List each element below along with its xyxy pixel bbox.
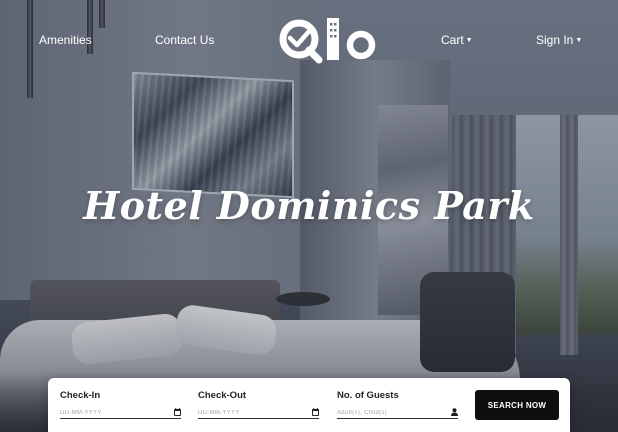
- hotel-name-title: Hotel Dominics Park: [83, 183, 535, 228]
- calendar-icon[interactable]: [174, 408, 181, 416]
- check-out-label: Check-Out: [198, 390, 247, 401]
- nav-link-label: Amenities: [39, 33, 92, 47]
- guests-input[interactable]: [337, 407, 458, 419]
- logo-check-icon: [287, 26, 314, 48]
- logo-o: [346, 30, 376, 60]
- search-now-button[interactable]: SEARCH NOW: [475, 390, 559, 420]
- check-in-field: Check-In: [60, 390, 181, 419]
- top-navigation: Amenities Contact Us Cart ▼ Sign In ▼: [0, 0, 618, 80]
- nav-sign-in-dropdown[interactable]: Sign In ▼: [536, 33, 582, 47]
- check-out-input[interactable]: [198, 407, 319, 419]
- check-in-input[interactable]: [60, 407, 181, 419]
- check-in-label: Check-In: [60, 390, 101, 401]
- guests-label: No. of Guests: [337, 390, 399, 401]
- calendar-icon[interactable]: [312, 408, 319, 416]
- nav-link-label: Contact Us: [155, 33, 215, 47]
- nav-link-label: Sign In: [536, 33, 574, 47]
- user-icon[interactable]: [451, 408, 458, 416]
- logo-q-tail: [305, 46, 323, 64]
- check-out-field: Check-Out: [198, 390, 319, 419]
- booking-search-bar: Check-In Check-Out No. of Guests SEARCH …: [48, 378, 570, 432]
- nav-link-amenities[interactable]: Amenities: [39, 33, 92, 47]
- nav-link-label: Cart: [441, 33, 464, 47]
- caret-down-icon: ▼: [575, 37, 583, 44]
- caret-down-icon: ▼: [465, 37, 473, 44]
- nav-cart-dropdown[interactable]: Cart ▼: [441, 33, 473, 47]
- logo-building: [327, 18, 339, 60]
- logo[interactable]: [275, 14, 379, 66]
- guests-field: No. of Guests: [337, 390, 458, 419]
- nav-link-contact-us[interactable]: Contact Us: [155, 33, 214, 47]
